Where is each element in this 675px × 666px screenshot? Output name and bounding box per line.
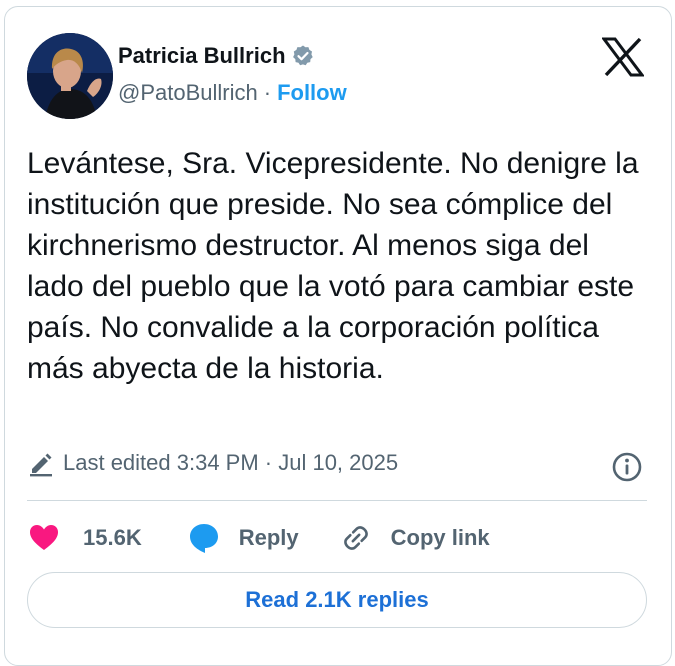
verified-badge-icon	[291, 44, 315, 68]
like-button[interactable]: 15.6K	[27, 521, 142, 555]
x-logo-icon[interactable]	[601, 37, 645, 77]
tweet-text: Levántese, Sra. Vicepresidente. No denig…	[27, 147, 639, 385]
author-handle[interactable]: @PatoBullrich	[118, 80, 258, 106]
separator-dot: ·	[263, 80, 272, 105]
follow-button[interactable]: Follow	[277, 80, 347, 106]
author-name[interactable]: Patricia Bullrich	[118, 43, 286, 69]
divider	[27, 500, 647, 501]
info-icon[interactable]	[611, 451, 643, 483]
reply-button[interactable]: Reply	[187, 521, 299, 555]
read-replies-label: Read 2.1K replies	[245, 587, 429, 612]
copy-link-label: Copy link	[390, 525, 490, 550]
like-count: 15.6K	[83, 525, 142, 550]
tweet-card: Patricia Bullrich @PatoBullrich · Follow…	[4, 6, 672, 666]
last-edited-text[interactable]: Last edited 3:34 PM · Jul 10, 2025	[63, 450, 398, 476]
pencil-icon	[27, 449, 55, 477]
avatar-photo	[27, 33, 113, 119]
speech-bubble-icon	[189, 524, 218, 553]
reply-label: Reply	[238, 525, 299, 550]
avatar[interactable]	[27, 33, 113, 119]
heart-icon	[30, 525, 58, 550]
action-bar: 15.6K Reply Copy link	[27, 520, 490, 556]
copy-link-button[interactable]: Copy link	[339, 521, 490, 555]
link-icon	[343, 526, 368, 550]
read-replies-button[interactable]: Read 2.1K replies	[27, 572, 647, 628]
